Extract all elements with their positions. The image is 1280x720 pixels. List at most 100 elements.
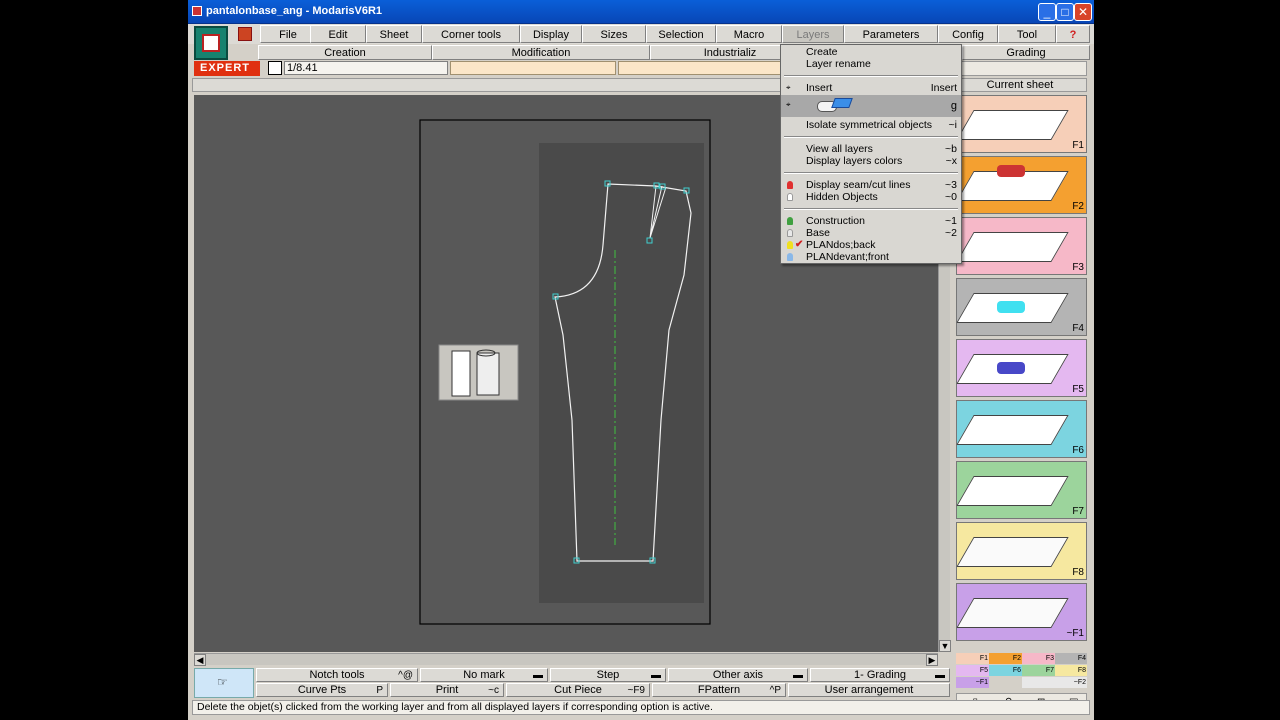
print-button[interactable]: Print ~c: [390, 683, 504, 697]
checkmark-icon: ✔: [795, 239, 804, 250]
status-bar: Delete the objet(s) clicked from the wor…: [192, 700, 1090, 715]
f1-creation-button[interactable]: F1: [956, 95, 1087, 153]
menu-corner-tools[interactable]: Corner tools: [422, 25, 520, 43]
f6-button[interactable]: F6: [956, 400, 1087, 458]
eraser-icon: [831, 98, 853, 108]
maximize-button[interactable]: □: [1056, 3, 1074, 21]
menu-item-delete-highlighted[interactable]: ⌖ g: [781, 95, 961, 117]
menu-sheet[interactable]: Sheet: [366, 25, 422, 43]
cursor-tool-button[interactable]: ☞: [194, 668, 254, 698]
step-button[interactable]: Step ▬: [550, 668, 666, 682]
menu-item-layer-base[interactable]: Base ~2: [781, 227, 961, 239]
base-layer-marker-icon: [787, 229, 793, 237]
piece-area: [539, 143, 704, 603]
app-icon: [192, 6, 202, 16]
menu-parameters[interactable]: Parameters: [844, 25, 938, 43]
modaris-window: pantalonbase_ang - ModarisV6R1 _ □ ✕ Fil…: [188, 0, 1094, 720]
scroll-left-icon[interactable]: ◀: [194, 654, 206, 666]
scroll-right-icon[interactable]: ▶: [926, 654, 938, 666]
menu-item-create[interactable]: Create: [781, 46, 961, 58]
no-mark-button[interactable]: No mark ▬: [420, 668, 548, 682]
pin-icon: ⌖: [786, 100, 791, 109]
tab-f5[interactable]: F5: [956, 665, 989, 676]
menu-file[interactable]: File: [260, 25, 316, 43]
help-icon[interactable]: ?: [1056, 25, 1090, 43]
menu-item-insert[interactable]: ⌖ Insert Insert: [781, 82, 961, 94]
expert-mode-badge: EXPERT: [194, 61, 260, 76]
menu-separator: [784, 75, 958, 77]
menu-config[interactable]: Config: [938, 25, 998, 43]
menu-tool[interactable]: Tool: [998, 25, 1056, 43]
tab-f2[interactable]: F2: [989, 653, 1022, 664]
menu-item-hidden-objects[interactable]: Hidden Objects ~0: [781, 191, 961, 203]
submenu-modification[interactable]: Modification: [432, 45, 650, 60]
tab-f6[interactable]: F6: [989, 665, 1022, 676]
garments-icon: [956, 537, 1069, 567]
menu-display[interactable]: Display: [520, 25, 582, 43]
function-panel: Current sheet F1 F2 F3 F4 F5 F6 F7 F8 ~F…: [953, 61, 1089, 716]
pen-icon: [997, 165, 1025, 177]
seam-layer-marker-icon: [787, 181, 793, 189]
hidden-layer-marker-icon: [787, 193, 793, 201]
tab-f4[interactable]: F4: [1055, 653, 1087, 664]
lock-icon[interactable]: [268, 61, 282, 75]
zoom-level: 1/8.41: [284, 61, 448, 75]
window-title: pantalonbase_ang - ModarisV6R1: [206, 5, 383, 17]
tab-f3[interactable]: F3: [1022, 653, 1055, 664]
grading-mode-button[interactable]: 1- Grading ▬: [810, 668, 950, 682]
menu-item-display-layer-colors[interactable]: Display layers colors ~x: [781, 155, 961, 167]
tab-f7[interactable]: F7: [1022, 665, 1055, 676]
f5-button[interactable]: F5: [956, 339, 1087, 397]
pin-icon: ⌖: [786, 83, 791, 92]
close-button[interactable]: ✕: [1074, 3, 1092, 21]
menu-sizes[interactable]: Sizes: [582, 25, 646, 43]
sheet-icon: [956, 232, 1069, 262]
thumbnail-icon: [438, 344, 519, 401]
f3-button[interactable]: F3: [956, 217, 1087, 275]
other-axis-button[interactable]: Other axis ▬: [668, 668, 808, 682]
tab-shift-f2[interactable]: ~F2: [1022, 677, 1087, 688]
tab-f1[interactable]: F1: [956, 653, 989, 664]
f2-modification-button[interactable]: F2: [956, 156, 1087, 214]
menu-item-layer-plan-back[interactable]: ✔ PLANdos;back: [781, 239, 961, 251]
scroll-down-icon[interactable]: ▼: [939, 640, 951, 652]
menu-selection[interactable]: Selection: [646, 25, 716, 43]
curve-points-button[interactable]: Curve Pts P: [256, 683, 388, 697]
sheet-icon: [956, 110, 1069, 140]
book-icon[interactable]: [238, 27, 252, 41]
shift-f1-button[interactable]: ~F1: [956, 583, 1087, 641]
submenu-grading[interactable]: Grading: [962, 45, 1090, 60]
f8-button[interactable]: F8: [956, 522, 1087, 580]
menu-item-layer-rename[interactable]: Layer rename: [781, 58, 961, 70]
menu-item-layer-plan-front[interactable]: PLANdevant;front: [781, 251, 961, 263]
layers-dropdown-menu: Create Layer rename ⌖ Insert Insert ⌖ g I…: [780, 44, 962, 264]
tab-shift-f1[interactable]: ~F1: [956, 677, 989, 688]
menu-separator: [784, 172, 958, 174]
scissors-icon: [997, 362, 1025, 374]
tab-f8[interactable]: F8: [1055, 665, 1087, 676]
plan-back-layer-marker-icon: [787, 241, 793, 249]
f4-button[interactable]: F4: [956, 278, 1087, 336]
notch-tools-button[interactable]: Notch tools ^@: [256, 668, 418, 682]
sml-icon: [956, 476, 1069, 506]
cut-piece-button[interactable]: Cut Piece ~F9: [506, 683, 650, 697]
menu-item-display-seam-lines[interactable]: Display seam/cut lines ~3: [781, 179, 961, 191]
current-sheet-button[interactable]: Current sheet: [953, 78, 1087, 92]
seam-icon: [956, 415, 1069, 445]
f7-grading-button[interactable]: F7: [956, 461, 1087, 519]
modaris-logo[interactable]: [194, 26, 228, 60]
menu-item-layer-construction[interactable]: Construction ~1: [781, 215, 961, 227]
menu-item-view-all-layers[interactable]: View all layers ~b: [781, 143, 961, 155]
menu-edit[interactable]: Edit: [310, 25, 366, 43]
menu-bar: File Edit Sheet Corner tools Display Siz…: [188, 24, 1094, 44]
horizontal-scrollbar[interactable]: ◀ ▶: [194, 653, 938, 666]
fpattern-button[interactable]: FPattern ^P: [652, 683, 786, 697]
minimize-button[interactable]: _: [1038, 3, 1056, 21]
user-arrangement-button[interactable]: User arrangement: [788, 683, 950, 697]
menu-item-isolate-symmetrical[interactable]: Isolate symmetrical objects ~i: [781, 119, 961, 131]
menu-macro[interactable]: Macro: [716, 25, 782, 43]
submenu-creation[interactable]: Creation: [258, 45, 432, 60]
menu-layers[interactable]: Layers: [782, 25, 844, 43]
info-field-2: [618, 61, 782, 75]
plan-front-layer-marker-icon: [787, 253, 793, 261]
